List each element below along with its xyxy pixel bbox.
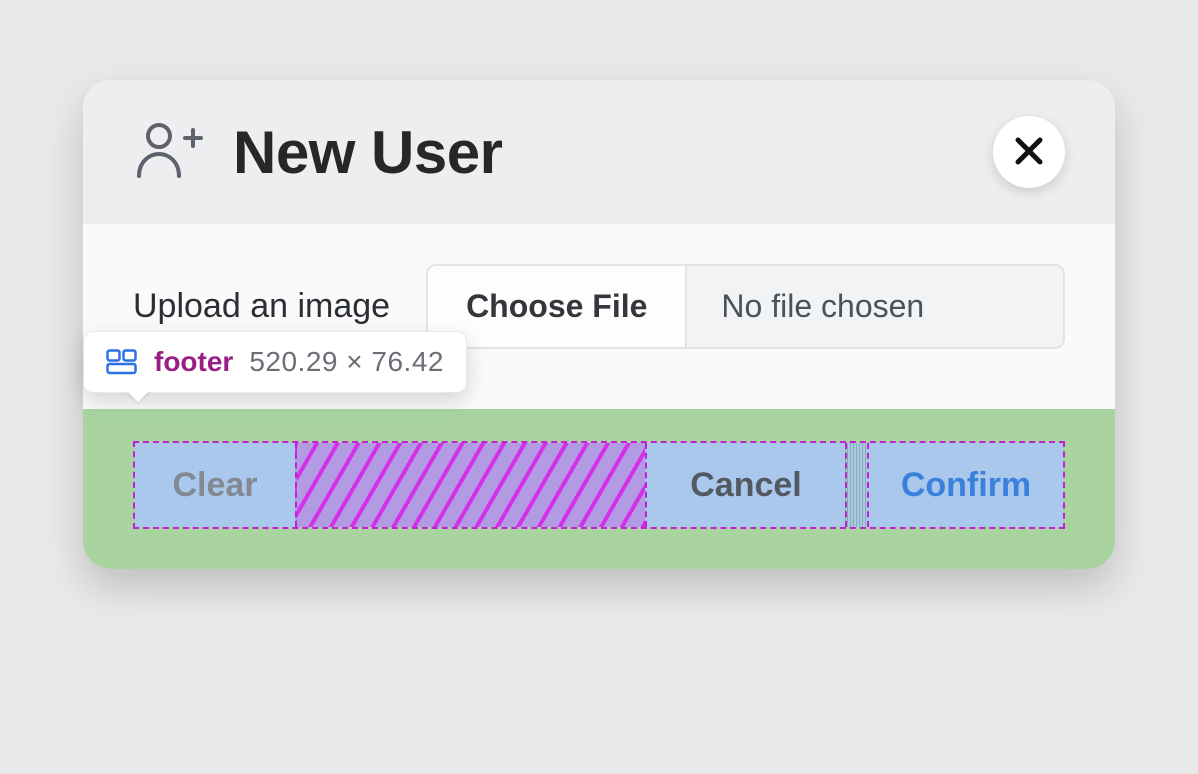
user-plus-icon [133,120,203,185]
inspector-element-name: footer [154,346,233,378]
close-button[interactable] [993,116,1065,188]
file-picker: Choose File No file chosen [426,264,1065,349]
flex-gap-region [295,443,645,527]
cancel-button[interactable]: Cancel [645,443,845,527]
dialog-title: New User [233,118,502,187]
new-user-dialog: New User Upload an image Choose File No … [83,80,1115,569]
file-status-text: No file chosen [687,266,958,347]
flex-layout-icon [106,349,138,375]
choose-file-button[interactable]: Choose File [428,266,687,347]
upload-image-label: Upload an image [133,287,390,326]
confirm-button[interactable]: Confirm [867,443,1063,527]
close-icon [1012,134,1046,171]
inspector-dimensions: 520.29 × 76.42 [249,346,444,378]
clear-button[interactable]: Clear [135,443,295,527]
dialog-footer: footer 520.29 × 76.42 Clear Cancel Confi… [83,409,1115,569]
dialog-header: New User [83,80,1115,224]
flex-gap-small [845,443,867,527]
footer-flex-overlay: Clear Cancel Confirm [133,441,1065,529]
inspector-tooltip: footer 520.29 × 76.42 [83,331,467,393]
